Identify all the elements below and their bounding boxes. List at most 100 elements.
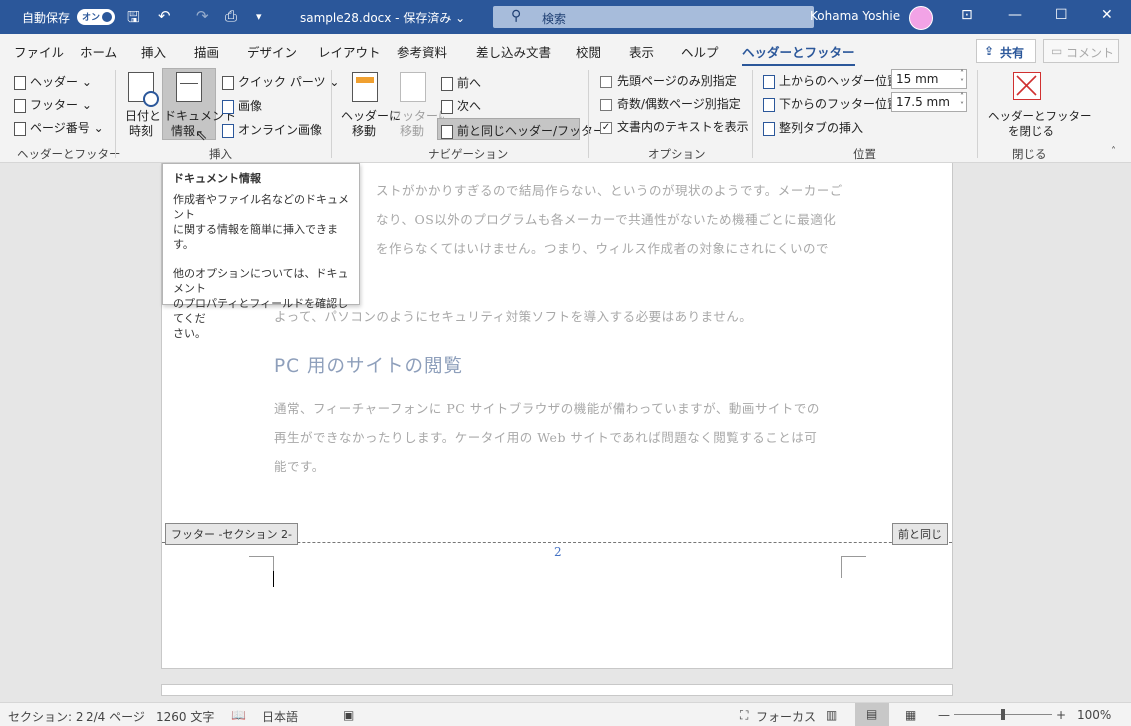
document-info-icon [176,72,202,102]
tab-design[interactable]: デザイン [247,42,297,61]
language-indicator[interactable]: 日本語 [262,708,298,725]
zoom-in-icon[interactable]: + [1056,708,1066,722]
tab-header-footer[interactable]: ヘッダーとフッター [742,42,855,67]
next-icon [441,99,453,114]
document-info-button[interactable]: ドキュメント 情報 [162,68,236,140]
body-text-line: を作らなくてはいけません。つまり、ウィルス作成者の対象にされにくいので [376,241,830,256]
body-text-line: なり、OS以外のプログラムも各メーカーで共通性がないため機種ごとに最適化 [376,212,837,227]
search-box[interactable]: ⚲ 検索 [493,6,814,28]
link-previous-button[interactable]: 前と同じヘッダー/フッター [437,118,605,140]
minimize-icon[interactable]: — [1008,7,1022,23]
header-position-label: 上からのヘッダー位置: [763,72,903,89]
zoom-slider-thumb[interactable] [1001,709,1005,720]
header-position-input[interactable]: 15 mm ˄ ˅ [891,69,967,89]
tooltip-text: 作成者やファイル名などのドキュメント [173,193,349,221]
user-name[interactable]: Kohama Yoshie [810,9,900,23]
word-count[interactable]: 1260 文字 [156,708,214,725]
spinner-icon[interactable]: ˄ ˅ [960,92,964,110]
odd-even-checkbox[interactable]: 奇数/偶数ページ別指定 [600,95,741,112]
autosave-toggle[interactable]: オン [77,9,115,25]
goto-header-icon [352,72,378,102]
save-icon[interactable]: 🖫 [127,7,140,32]
tab-help[interactable]: ヘルプ [681,42,719,61]
image-button[interactable]: 画像 [222,97,262,114]
text-cursor [273,571,274,587]
spinner-icon[interactable]: ˄ ˅ [960,69,964,87]
tab-file[interactable]: ファイル [14,42,64,61]
group-label-options: オプション [648,147,706,161]
close-icon[interactable]: ✕ [1101,7,1113,23]
page-number-button[interactable]: ページ番号 ⌄ [14,119,104,136]
online-image-icon [222,123,234,138]
align-tab-button[interactable]: 整列タブの挿入 [763,119,863,136]
tab-mailings[interactable]: 差し込み文書 [476,42,551,61]
show-text-checkbox[interactable]: ✓ 文書内のテキストを表示 [600,118,749,135]
tooltip-text: のプロパティとフィールドを確認してくだ [173,297,349,325]
avatar[interactable] [909,6,933,30]
share-button[interactable]: ⇪ 共有 [976,39,1036,63]
proofing-icon[interactable]: 📖 [231,708,246,722]
next-page-edge [161,684,953,696]
online-image-button[interactable]: オンライン画像 [222,121,322,138]
tab-home[interactable]: ホーム [80,42,117,61]
tab-layout[interactable]: レイアウト [318,42,381,61]
group-label-close: 閉じる [1012,147,1047,161]
footer-position-label: 下からのフッター位置: [763,95,903,112]
customize-qat-icon[interactable]: ▾ [256,10,262,23]
web-layout-icon[interactable]: ▦ [905,708,916,722]
link-previous-icon [441,124,453,139]
zoom-level[interactable]: 100% [1077,708,1111,722]
section-heading: PC 用のサイトの閲覧 [274,356,463,377]
read-mode-icon[interactable]: ▥ [826,708,837,722]
print-preview-icon[interactable]: ⎙ [225,7,237,25]
tooltip-text: す。 [173,238,194,251]
prev-icon [441,76,453,91]
maximize-icon[interactable]: ☐ [1055,7,1068,23]
collapse-ribbon-icon[interactable]: ˄ [1111,146,1116,157]
body-text-line: 能です。 [274,459,325,474]
footer-button[interactable]: フッター ⌄ [14,96,92,113]
goto-footer-icon [400,72,426,102]
image-icon [222,99,234,114]
header-button[interactable]: ヘッダー ⌄ [14,73,92,90]
tab-insert[interactable]: 挿入 [141,42,166,61]
page-number-field[interactable]: 2 [554,545,562,559]
ribbon: ヘッダー ⌄ フッター ⌄ ページ番号 ⌄ ヘッダーとフッター 日付と 時刻 ド… [0,66,1131,163]
prev-button[interactable]: 前へ [441,74,481,91]
undo-icon[interactable]: ↶ [158,7,171,25]
print-layout-view-button[interactable]: ▤ [855,703,889,726]
goto-footer-button[interactable]: フッターに 移動 [390,70,450,140]
section-indicator[interactable]: セクション: 2 [8,708,84,725]
tooltip-text: に関する情報を簡単に挿入できま [173,223,338,236]
next-button[interactable]: 次へ [441,97,481,114]
status-bar: セクション: 2 2/4 ページ 1260 文字 📖 日本語 ▣ ⛶ フォーカス… [0,702,1131,726]
ribbon-tabs: ファイル ホーム 挿入 描画 デザイン レイアウト 参考資料 差し込み文書 校閲… [0,34,1131,67]
redo-icon[interactable]: ↷ [196,7,209,25]
comment-button[interactable]: ▭ コメント [1043,39,1119,63]
footer-position-input[interactable]: 17.5 mm ˄ ˅ [891,92,967,112]
close-header-footer-button[interactable]: ヘッダーとフッター を閉じる [984,70,1092,140]
first-page-checkbox[interactable]: 先頭ページのみ別指定 [600,72,737,89]
document-title[interactable]: sample28.docx - 保存済み ⌄ [300,9,465,26]
tab-review[interactable]: 校閲 [576,42,601,61]
footer-position-icon [763,97,775,112]
group-label-position: 位置 [853,147,876,161]
tab-draw[interactable]: 描画 [194,42,219,61]
quick-parts-icon [222,75,234,90]
ribbon-display-icon[interactable]: ⊡ [961,7,973,23]
page-number-icon [14,121,26,136]
zoom-out-icon[interactable]: — [938,708,950,722]
goto-header-button[interactable]: ヘッダーに 移動 [338,70,401,140]
group-label-navigation: ナビゲーション [428,147,509,161]
date-time-button[interactable]: 日付と 時刻 [122,70,161,140]
group-label-header-footer: ヘッダーとフッター [17,147,121,161]
tab-references[interactable]: 参考資料 [397,42,447,61]
focus-icon[interactable]: ⛶ [740,708,748,723]
accessibility-icon[interactable]: ▣ [343,708,354,722]
same-as-previous-tag: 前と同じ [892,523,948,545]
close-x-icon [1013,72,1041,100]
page-indicator[interactable]: 2/4 ページ [86,708,145,725]
focus-mode-button[interactable]: フォーカス [756,708,816,725]
quick-parts-button[interactable]: クイック パーツ ⌄ [222,73,339,90]
tab-view[interactable]: 表示 [629,42,654,61]
